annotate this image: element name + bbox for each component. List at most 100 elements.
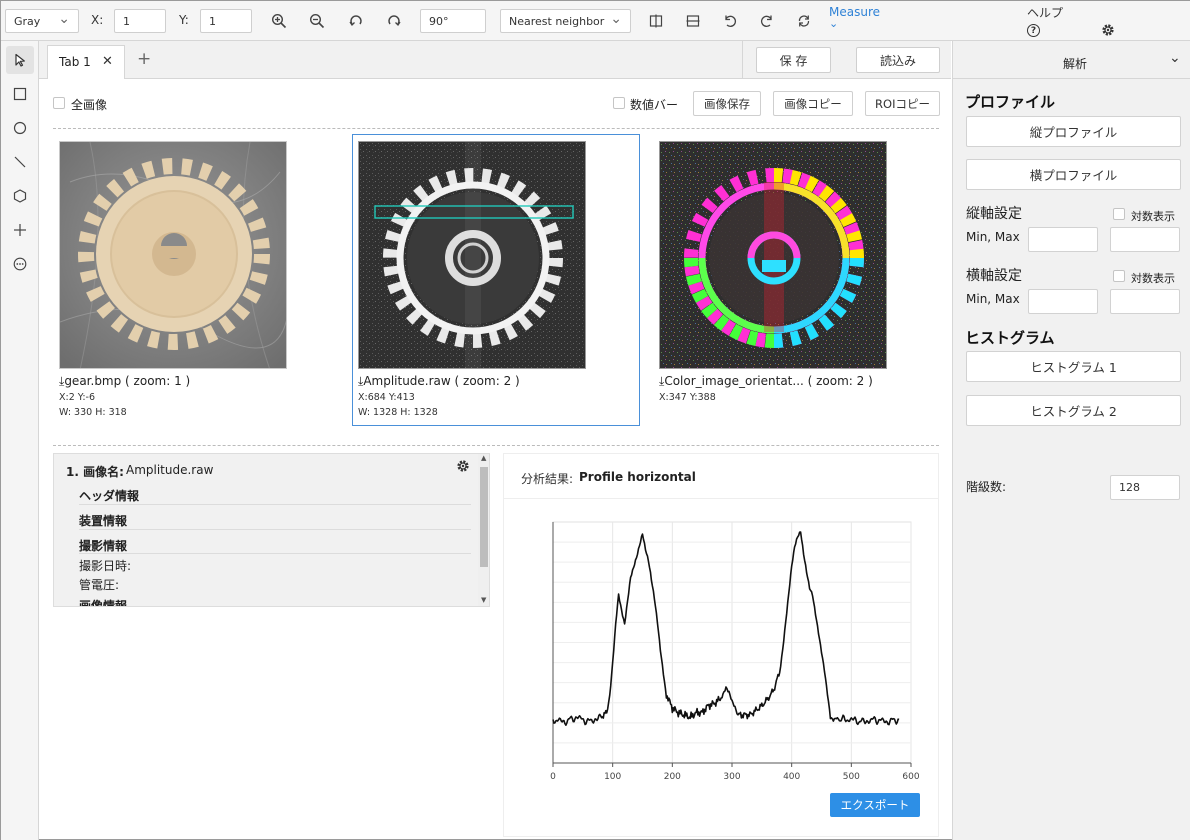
save-image-button[interactable]: 画像保存 — [693, 91, 761, 116]
histogram-2-button[interactable]: ヒストグラム 2 — [966, 395, 1181, 426]
rotate-right-icon[interactable] — [384, 11, 404, 31]
image-size-amplitude: W: 1328 H: 1328 — [358, 407, 438, 418]
image-info-panel: 1. 画像名: Amplitude.raw ヘッダ情報 装置情報 撮影情報 撮影… — [53, 453, 490, 607]
horizontal-log-checkbox[interactable] — [1113, 270, 1125, 282]
help-label: ヘルプ — [1027, 6, 1064, 20]
image-caption-gear: ⤓gear.bmp ( zoom: 1 ) — [59, 374, 191, 388]
x-tick-label: 100 — [604, 772, 621, 782]
copy-roi-button[interactable]: ROIコピー — [865, 91, 940, 116]
tab-bar: Tab 1 ✕ + 保 存 読込み — [39, 41, 951, 79]
y-coordinate-input[interactable]: 1 — [200, 9, 252, 33]
collapse-chevron-icon[interactable]: ⌄ — [1169, 50, 1181, 66]
polygon-tool-icon[interactable] — [6, 182, 34, 210]
value-bar-checkbox[interactable] — [613, 97, 625, 109]
bins-label: 階級数: — [966, 480, 1007, 494]
rectangle-tool-icon[interactable] — [6, 80, 34, 108]
redo-icon[interactable] — [757, 11, 777, 31]
interpolation-value: Nearest neighbor — [509, 15, 605, 28]
flip-vertical-icon[interactable] — [683, 11, 703, 31]
profile-chart: 0 100 200 300 400 500 600 — [550, 521, 920, 782]
divider — [742, 41, 743, 79]
scroll-up-icon[interactable]: ▲ — [481, 454, 486, 462]
interpolation-select[interactable]: Nearest neighbor — [500, 9, 631, 33]
divider — [79, 553, 471, 554]
vertical-log-checkbox[interactable] — [1113, 208, 1125, 220]
horizontal-profile-button[interactable]: 横プロファイル — [966, 159, 1181, 190]
scroll-down-icon[interactable]: ▼ — [481, 596, 486, 604]
image-caption-text: Amplitude.raw ( zoom: 2 ) — [363, 374, 520, 388]
zoom-out-icon[interactable] — [307, 11, 327, 31]
horizontal-minmax-label: Min, Max — [966, 292, 1020, 306]
image-coords-color-orientation: X:347 Y:388 — [659, 392, 716, 403]
panel-header[interactable]: 解析 ⌄ — [953, 41, 1190, 79]
export-button[interactable]: エクスポート — [830, 793, 920, 817]
full-image-label: 全画像 — [71, 98, 108, 112]
x-label: X: — [91, 13, 104, 27]
panel-title: 解析 — [1063, 57, 1088, 71]
rotate-left-icon[interactable] — [346, 11, 366, 31]
help-icon: ? — [1027, 24, 1040, 37]
help-menu[interactable]: ヘルプ ? — [1027, 4, 1063, 37]
tool-rail — [1, 41, 39, 840]
save-button[interactable]: 保 存 — [756, 47, 831, 73]
tab-label: Tab 1 — [59, 55, 91, 69]
add-tab-icon[interactable]: + — [137, 49, 151, 69]
bins-input[interactable]: 128 — [1110, 475, 1180, 500]
flip-horizontal-icon[interactable] — [646, 11, 666, 31]
undo-icon[interactable] — [720, 11, 740, 31]
image-coords-amplitude: X:684 Y:413 — [358, 392, 415, 403]
y-label: Y: — [179, 13, 189, 27]
info-section-capture[interactable]: 撮影情報 — [79, 537, 127, 554]
rotation-angle-value: 90° — [429, 15, 449, 28]
horizontal-max-input[interactable] — [1110, 289, 1180, 314]
x-tick-label: 0 — [550, 772, 556, 782]
image-coords-gear: X:2 Y:-6 — [59, 392, 95, 403]
info-settings-gear-icon[interactable] — [456, 459, 470, 473]
app-window: Gray X: 1 Y: 1 90° Nearest neighbor — [0, 0, 1190, 840]
image-caption-text: gear.bmp ( zoom: 1 ) — [64, 374, 191, 388]
measure-menu[interactable]: Measure ⌄ — [829, 5, 880, 29]
vertical-profile-button[interactable]: 縦プロファイル — [966, 116, 1181, 147]
info-image-name: Amplitude.raw — [126, 463, 214, 477]
settings-gear-icon[interactable] — [1099, 21, 1117, 39]
color-mode-value: Gray — [14, 15, 41, 28]
image-caption-color-orientation: ⤓Color_image_orientat... ( zoom: 2 ) — [659, 374, 873, 388]
horizontal-log-label: 対数表示 — [1131, 272, 1175, 285]
info-scrollbar[interactable]: ▲ ▼ — [478, 454, 489, 606]
point-tool-icon[interactable] — [6, 216, 34, 244]
ellipse-tool-icon[interactable] — [6, 114, 34, 142]
vertical-max-input[interactable] — [1110, 227, 1180, 252]
info-section-image[interactable]: 画像情報 — [79, 597, 127, 606]
copy-image-button[interactable]: 画像コピー — [773, 91, 853, 116]
histogram-heading: ヒストグラム — [965, 329, 1055, 347]
load-button[interactable]: 読込み — [856, 47, 940, 73]
more-tools-icon[interactable] — [6, 250, 34, 278]
line-tool-icon[interactable] — [6, 148, 34, 176]
vertical-min-input[interactable] — [1028, 227, 1098, 252]
color-mode-select[interactable]: Gray — [5, 9, 79, 33]
histogram-1-button[interactable]: ヒストグラム 1 — [966, 351, 1181, 382]
info-section-device[interactable]: 装置情報 — [79, 512, 127, 529]
full-image-checkbox[interactable] — [53, 97, 65, 109]
tab-1[interactable]: Tab 1 ✕ — [47, 45, 125, 79]
value-bar-label: 数値バー — [630, 98, 679, 112]
close-icon[interactable]: ✕ — [102, 54, 113, 69]
x-coordinate-value: 1 — [123, 15, 130, 28]
select-cursor-icon[interactable] — [6, 46, 34, 74]
image-caption-amplitude: ⤓Amplitude.raw ( zoom: 2 ) — [358, 374, 520, 388]
info-section-header[interactable]: ヘッダ情報 — [79, 487, 139, 504]
reset-icon[interactable] — [794, 11, 814, 31]
chevron-down-icon: ⌄ — [829, 17, 839, 30]
x-tick-label: 600 — [902, 772, 919, 782]
image-thumbnail-amplitude[interactable] — [358, 141, 586, 369]
x-tick-label: 200 — [664, 772, 681, 782]
scrollbar-thumb[interactable] — [480, 467, 488, 567]
image-thumbnail-gear[interactable] — [59, 141, 287, 369]
image-size-gear: W: 330 H: 318 — [59, 407, 127, 418]
image-thumbnail-color-orientation[interactable] — [659, 141, 887, 369]
vertical-axis-label: 縦軸設定 — [966, 206, 1022, 222]
x-coordinate-input[interactable]: 1 — [114, 9, 166, 33]
zoom-in-icon[interactable] — [269, 11, 289, 31]
rotation-angle-input[interactable]: 90° — [420, 9, 486, 33]
horizontal-min-input[interactable] — [1028, 289, 1098, 314]
